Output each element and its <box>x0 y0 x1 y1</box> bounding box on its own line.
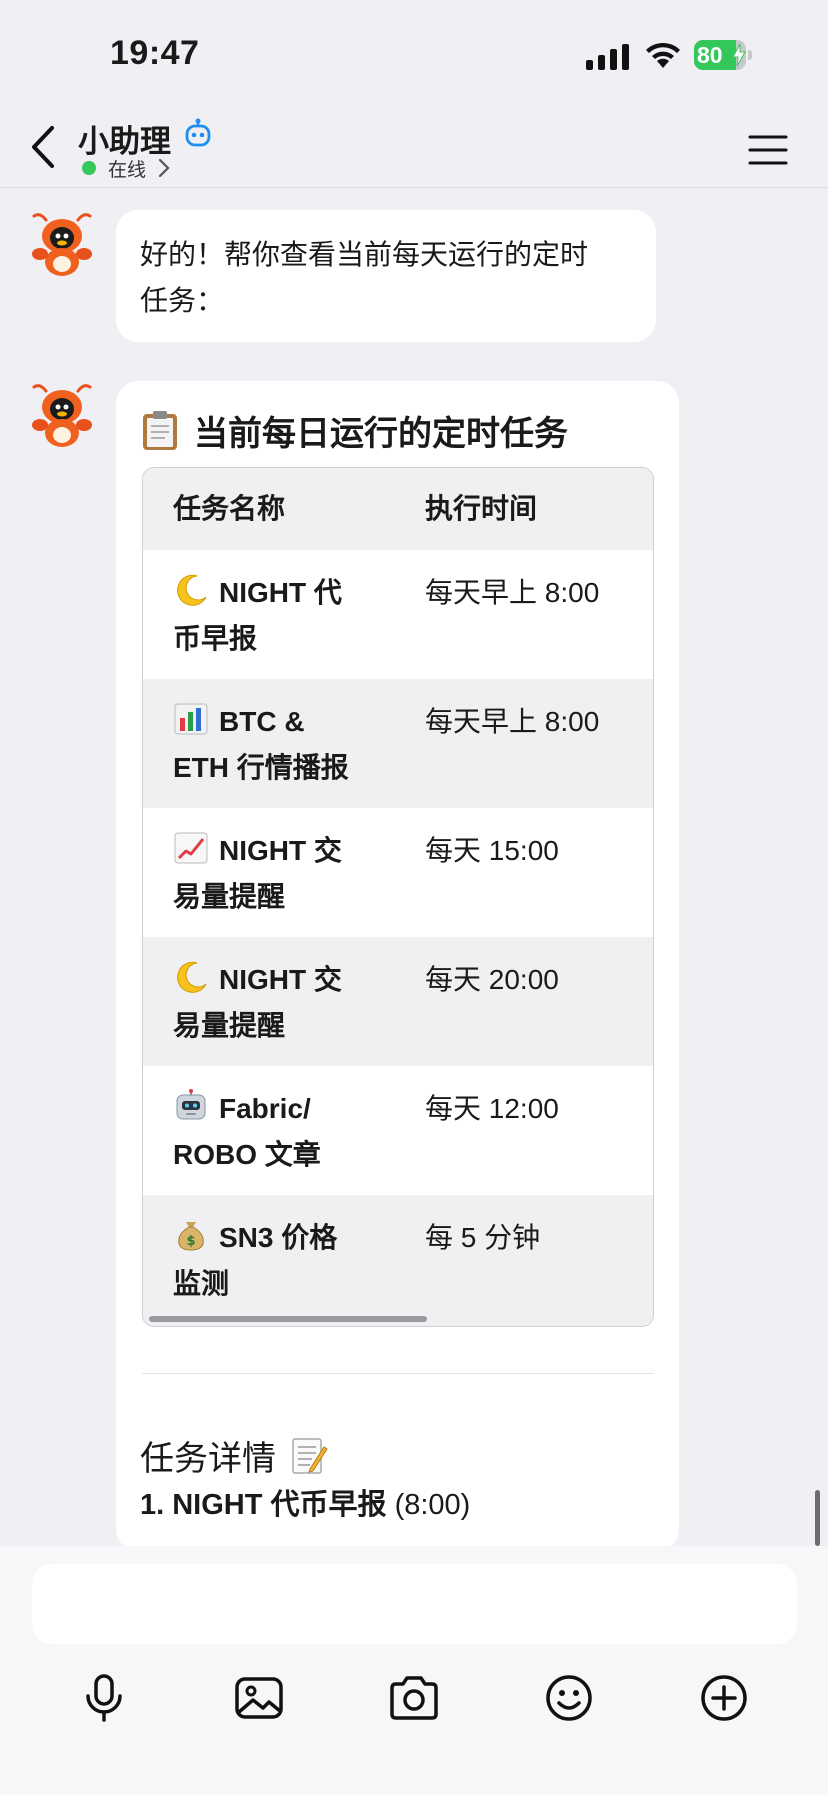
task-name-text: BTC & <box>219 706 305 737</box>
column-header-time: 执行时间 <box>425 493 538 524</box>
chart-increasing-icon <box>173 831 209 865</box>
task-name-line: BTC & <box>173 699 383 745</box>
table-header-row: 任务名称 执行时间 <box>143 468 653 550</box>
task-name-text: NIGHT 代 <box>219 577 342 608</box>
task-name-text: Fabric/ <box>219 1093 311 1124</box>
task-name-text: 易量提醒 <box>173 881 286 912</box>
online-status[interactable]: 在线 <box>82 156 170 181</box>
memo-icon <box>292 1438 328 1474</box>
table-row: $ SN3 价格监测 每 5 分钟 <box>143 1195 653 1326</box>
table-row: NIGHT 代币早报 每天早上 8:00 <box>143 550 653 679</box>
table-row: NIGHT 交易量提醒 每天 15:00 <box>143 808 653 937</box>
task-name-text: 易量提醒 <box>173 1010 286 1041</box>
robot-icon <box>173 1089 209 1123</box>
column-header-name: 任务名称 <box>173 493 286 524</box>
task-time-cell: 每天 15:00 <box>425 835 559 866</box>
back-chevron-icon[interactable] <box>24 122 64 172</box>
cellular-signal-icon <box>586 44 629 70</box>
online-status-text: 在线 <box>108 159 147 181</box>
message-bubble: 好的！帮你查看当前每天运行的定时 任务： <box>116 210 656 342</box>
task-name-line: $ SN3 价格 <box>173 1215 383 1261</box>
plus-circle-icon[interactable] <box>696 1670 752 1726</box>
vertical-scrollbar[interactable] <box>815 1490 820 1546</box>
task-time-cell: 每天 20:00 <box>425 964 559 995</box>
table-row: BTC & ETH 行情播报 每天早上 8:00 <box>143 679 653 808</box>
task-detail-line: 1. NIGHT 代币早报 (8:00) <box>140 1481 470 1529</box>
task-name-cell: NIGHT 交易量提醒 <box>173 828 383 920</box>
task-time-cell: 每 5 分钟 <box>425 1222 541 1253</box>
task-name-text: ETH 行情播报 <box>173 752 349 783</box>
bot-avatar[interactable] <box>26 381 98 453</box>
crescent-moon-icon <box>173 960 209 994</box>
task-name-cell: NIGHT 代币早报 <box>173 570 383 662</box>
battery-indicator: 80 <box>694 40 752 70</box>
clipboard-icon <box>143 411 177 450</box>
section-title-text: 任务详情 <box>140 1439 276 1478</box>
table-row: NIGHT 交易量提醒 每天 20:00 <box>143 937 653 1066</box>
svg-text:$: $ <box>186 1234 195 1249</box>
task-name-text: NIGHT 交 <box>219 835 342 866</box>
crescent-moon-icon <box>173 573 209 607</box>
bot-badge-icon <box>185 118 211 147</box>
message-bubble-card: 当前每日运行的定时任务 任务名称 执行时间 NIGHT 代币早报 每天早上 8:0… <box>116 381 679 1551</box>
task-name-cell: Fabric/ROBO 文章 <box>173 1086 383 1178</box>
bar-chart-icon <box>173 702 209 736</box>
divider <box>142 1373 654 1374</box>
task-time-cell: 每天早上 8:00 <box>425 706 600 737</box>
emoji-icon[interactable] <box>541 1670 597 1726</box>
image-icon[interactable] <box>231 1670 287 1726</box>
task-time-cell: 每天 12:00 <box>425 1093 559 1124</box>
status-time: 19:47 <box>110 34 200 72</box>
section-title: 任务详情 <box>140 1431 328 1479</box>
task-name-line: Fabric/ <box>173 1086 383 1132</box>
bot-avatar[interactable] <box>26 210 98 282</box>
wifi-icon <box>646 42 680 68</box>
menu-icon[interactable] <box>748 132 788 168</box>
chat-header: 小助理 在线 <box>0 110 828 188</box>
table-row: Fabric/ROBO 文章 每天 12:00 <box>143 1066 653 1195</box>
composer-area <box>0 1546 828 1795</box>
task-name-cell: $ SN3 价格监测 <box>173 1215 383 1307</box>
charging-bolt-icon <box>732 44 746 66</box>
message-input[interactable] <box>32 1564 797 1644</box>
money-bag-icon: $ <box>173 1218 209 1252</box>
microphone-icon[interactable] <box>76 1670 132 1726</box>
horizontal-scrollbar[interactable] <box>149 1316 427 1322</box>
status-bar: 19:47 80 <box>0 0 828 110</box>
task-name-line: NIGHT 交 <box>173 828 383 874</box>
message-text-line: 好的！帮你查看当前每天运行的定时 <box>140 239 589 270</box>
message-text-line: 任务： <box>140 285 225 316</box>
task-name-text: NIGHT 交 <box>219 964 342 995</box>
task-detail-title: 1. NIGHT 代币早报 <box>140 1489 387 1521</box>
online-dot <box>82 161 96 175</box>
card-title-text: 当前每日运行的定时任务 <box>194 414 568 453</box>
card-title: 当前每日运行的定时任务 <box>140 405 568 455</box>
task-detail-time: (8:00) <box>386 1489 471 1521</box>
task-name-text: ROBO 文章 <box>173 1139 321 1170</box>
task-name-text: 币早报 <box>173 623 258 654</box>
task-time-cell: 每天早上 8:00 <box>425 577 600 608</box>
task-name-line: NIGHT 交 <box>173 957 383 1003</box>
task-name-cell: NIGHT 交易量提醒 <box>173 957 383 1049</box>
task-name-text: 监测 <box>173 1268 230 1299</box>
task-name-cell: BTC & ETH 行情播报 <box>173 699 383 791</box>
camera-icon[interactable] <box>386 1670 442 1726</box>
task-name-line: NIGHT 代 <box>173 570 383 616</box>
task-name-text: SN3 价格 <box>219 1222 338 1253</box>
chevron-right-icon <box>158 158 170 178</box>
task-table[interactable]: 任务名称 执行时间 NIGHT 代币早报 每天早上 8:00 BTC & ETH 行情… <box>142 467 654 1327</box>
